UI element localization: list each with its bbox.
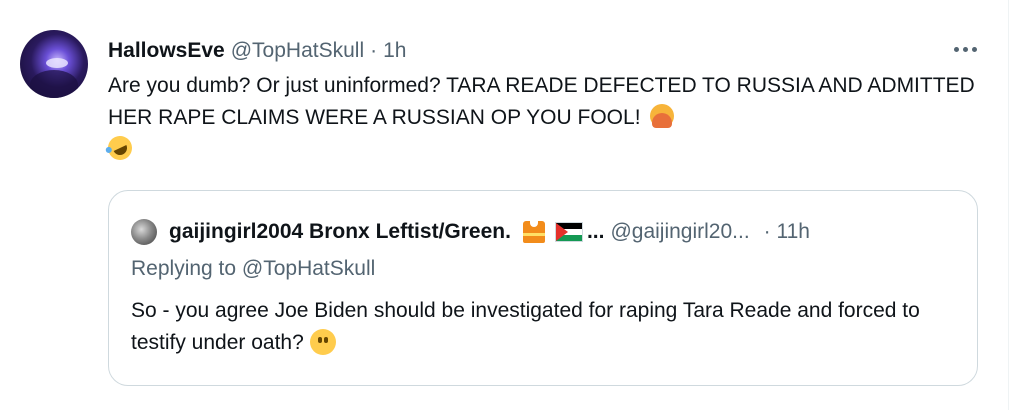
avatar-glow bbox=[46, 58, 68, 68]
more-options-icon[interactable] bbox=[948, 36, 982, 62]
author-handle[interactable]: @TopHatSkull bbox=[231, 39, 364, 63]
safety-vest-icon bbox=[522, 221, 545, 243]
palestine-flag-icon bbox=[554, 222, 583, 242]
tweet-text: Are you dumb? Or just uninformed? TARA R… bbox=[108, 74, 975, 129]
replying-to-label: Replying to bbox=[131, 257, 237, 280]
quoted-tweet-card[interactable]: gaijingirl2004 Bronx Leftist/Green. ... … bbox=[108, 190, 978, 386]
tweet-header: HallowsEve @TopHatSkull · 1h bbox=[108, 36, 406, 66]
quoted-tweet-body: So - you agree Joe Biden should be inves… bbox=[131, 295, 961, 359]
quoted-tweet-text: So - you agree Joe Biden should be inves… bbox=[131, 299, 920, 354]
quoted-tweet-header: gaijingirl2004 Bronx Leftist/Green. ... … bbox=[169, 217, 969, 247]
rofl-emoji-icon bbox=[104, 132, 136, 164]
quoted-display-name: gaijingirl2004 Bronx Leftist/Green. bbox=[169, 220, 511, 243]
tweet-timestamp[interactable]: 1h bbox=[383, 39, 406, 63]
avatar-shadow bbox=[30, 70, 78, 98]
avatar[interactable] bbox=[20, 30, 88, 98]
timeline-border bbox=[1008, 0, 1009, 410]
face-without-mouth-emoji-icon bbox=[309, 329, 336, 355]
quoted-handle: @gaijingirl20... bbox=[610, 220, 750, 243]
replying-to-handle[interactable]: @TopHatSkull bbox=[242, 257, 375, 280]
facepalm-emoji-icon bbox=[650, 104, 675, 128]
quoted-name-ellipsis: ... bbox=[586, 220, 605, 243]
separator-dot: · bbox=[370, 39, 378, 62]
replying-to-line: Replying to @TopHatSkull bbox=[131, 257, 375, 281]
tweet-body: Are you dumb? Or just uninformed? TARA R… bbox=[104, 70, 988, 166]
author-display-name[interactable]: HallowsEve bbox=[108, 39, 225, 63]
quoted-avatar[interactable] bbox=[131, 219, 157, 245]
quoted-timestamp: · 11h bbox=[763, 220, 810, 243]
